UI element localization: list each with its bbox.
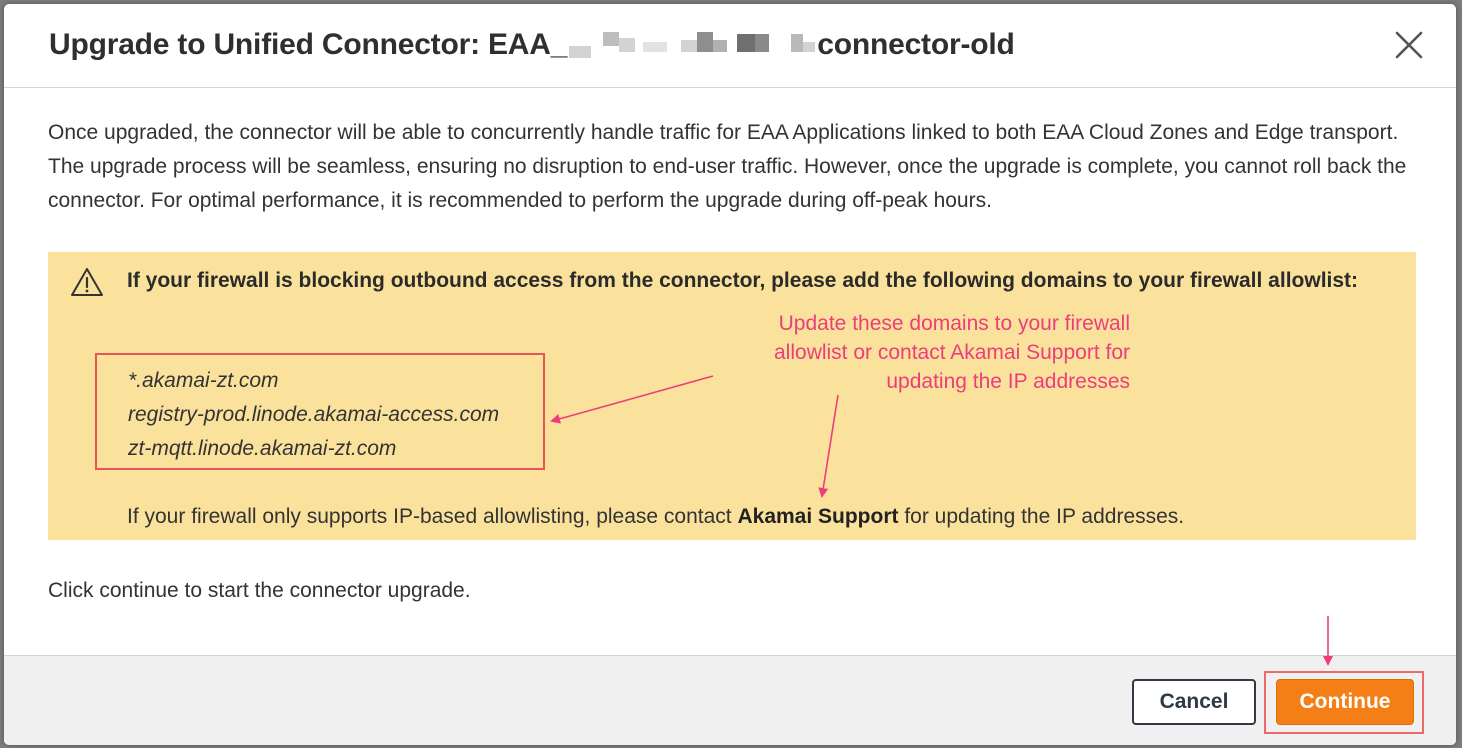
dialog-title-suffix: connector-old — [817, 28, 1015, 61]
domain-item: *.akamai-zt.com — [128, 369, 279, 392]
dialog-title: Upgrade to Unified Connector: EAA_ conne… — [49, 28, 1015, 62]
warning-title: If your firewall is blocking outbound ac… — [127, 269, 1359, 292]
upgrade-dialog: Upgrade to Unified Connector: EAA_ conne… — [4, 4, 1456, 745]
note-text-before: If your firewall only supports IP-based … — [127, 505, 738, 528]
dialog-header: Upgrade to Unified Connector: EAA_ conne… — [4, 4, 1456, 88]
annotation-callout: Update these domains to your firewall al… — [668, 309, 1130, 396]
continue-instruction: Click continue to start the connector up… — [48, 579, 471, 602]
redacted-name — [569, 28, 816, 58]
warning-triangle-icon — [71, 268, 103, 296]
annotation-line: Update these domains to your firewall — [778, 312, 1130, 335]
akamai-support-text: Akamai Support — [737, 505, 899, 528]
domain-list: *.akamai-zt.com registry-prod.linode.aka… — [95, 353, 545, 470]
annotation-line: allowlist or contact Akamai Support for — [774, 341, 1130, 364]
upgrade-description: Once upgraded, the connector will be abl… — [48, 121, 1407, 212]
dialog-footer: Cancel Continue — [4, 655, 1456, 745]
continue-button[interactable]: Continue — [1276, 679, 1414, 725]
domain-item: zt-mqtt.linode.akamai-zt.com — [128, 437, 397, 460]
close-icon — [1395, 31, 1423, 59]
close-button[interactable] — [1392, 28, 1426, 62]
ip-allowlist-note: If your firewall only supports IP-based … — [127, 505, 1184, 529]
dialog-title-prefix: Upgrade to Unified Connector: EAA_ — [49, 28, 568, 61]
firewall-warning: If your firewall is blocking outbound ac… — [48, 252, 1416, 540]
annotation-line: updating the IP addresses — [886, 370, 1130, 393]
note-text-after: for updating the IP addresses. — [898, 505, 1185, 528]
domain-item: registry-prod.linode.akamai-access.com — [128, 403, 500, 426]
cancel-button[interactable]: Cancel — [1132, 679, 1256, 725]
